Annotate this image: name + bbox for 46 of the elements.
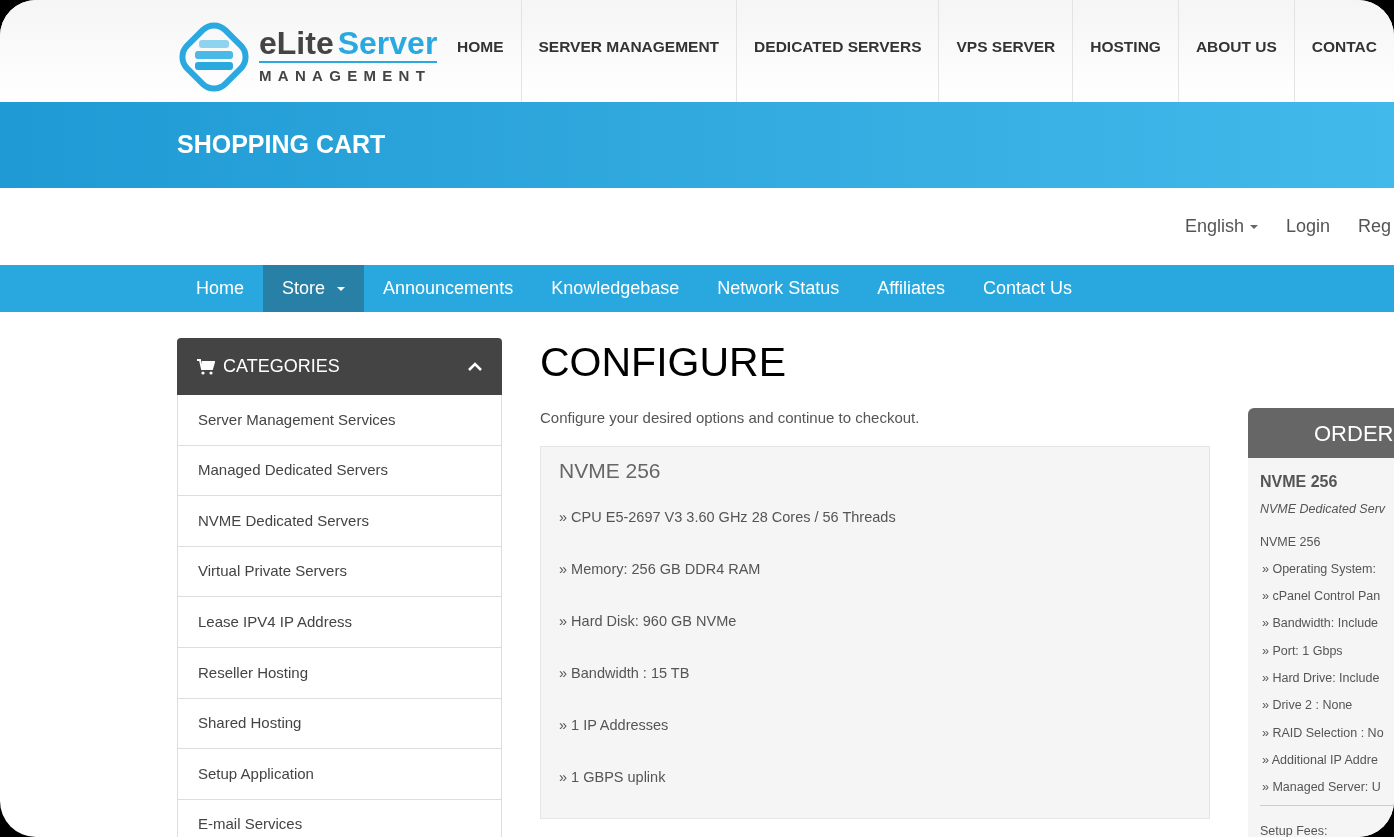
- summary-option: » Port: 1 Gbps: [1260, 637, 1394, 665]
- category-item[interactable]: Shared Hosting: [178, 698, 501, 750]
- category-item[interactable]: Setup Application: [178, 749, 501, 800]
- logo-tagline: MANAGEMENT: [259, 65, 433, 86]
- feature-line: » Hard Disk: 960 GB NVMe: [559, 612, 738, 632]
- main-nav-link[interactable]: Store: [263, 265, 365, 312]
- server-stack-icon: [177, 20, 251, 94]
- categories-header[interactable]: CATEGORIES: [177, 338, 502, 395]
- summary-option: » Additional IP Addre: [1260, 746, 1394, 774]
- section-subtitle: Configure your desired options and continue to checkout.: [540, 408, 921, 428]
- caret-icon: [1249, 224, 1258, 229]
- cart-icon: [197, 358, 215, 375]
- category-item[interactable]: Virtual Private Servers: [178, 546, 501, 598]
- header-link[interactable]: Reg: [1357, 213, 1391, 240]
- summary-product: NVME 256: [1260, 472, 1339, 492]
- feature-line: » Memory: 256 GB DDR4 RAM: [559, 560, 762, 580]
- category-item[interactable]: E-mail Services: [178, 799, 501, 837]
- summary-option: » RAID Selection : No: [1260, 719, 1394, 747]
- summary-option: » Drive 2 : None: [1260, 692, 1394, 720]
- summary-option: » Hard Drive: Include: [1260, 664, 1394, 692]
- summary-option: » Managed Server: U: [1260, 773, 1394, 802]
- summary-line: NVME 256: [1260, 533, 1322, 551]
- chevron-up-icon: [468, 362, 482, 371]
- category-item[interactable]: Managed Dedicated Servers: [178, 445, 501, 497]
- header-link[interactable]: Login: [1285, 213, 1330, 240]
- logo-wordmark: eLite: [259, 26, 334, 59]
- summary-option: » Operating System:: [1260, 555, 1394, 583]
- feature-line: » 1 GBPS uplink: [559, 768, 667, 788]
- category-item[interactable]: Server Management Services: [178, 395, 501, 446]
- order-summary-title: ORDER: [1314, 419, 1394, 448]
- section-heading: CONFIGURE: [540, 342, 787, 383]
- product-name: NVME 256: [559, 457, 662, 484]
- top-nav-link[interactable]: HOME: [440, 0, 521, 102]
- setup-fees-label: Setup Fees:: [1260, 824, 1328, 837]
- feature-line: » CPU E5-2697 V3 3.60 GHz 28 Cores / 56 Threads: [559, 508, 897, 528]
- summary-group: NVME Dedicated Serv: [1260, 500, 1394, 519]
- language-dropdown[interactable]: English: [1184, 213, 1258, 240]
- feature-line: » Bandwidth : 15 TB: [559, 664, 691, 684]
- logo-wordmark: Server: [337, 26, 438, 59]
- category-item[interactable]: NVME Dedicated Servers: [178, 496, 501, 547]
- feature-line: » 1 IP Addresses: [559, 716, 670, 736]
- summary-option: » Bandwidth: Include: [1260, 610, 1394, 638]
- category-item[interactable]: Reseller Hosting: [178, 647, 501, 699]
- summary-option: » cPanel Control Pan: [1260, 582, 1394, 611]
- page-title: SHOPPING CART: [177, 129, 386, 161]
- category-item[interactable]: Lease IPV4 IP Address: [178, 597, 501, 648]
